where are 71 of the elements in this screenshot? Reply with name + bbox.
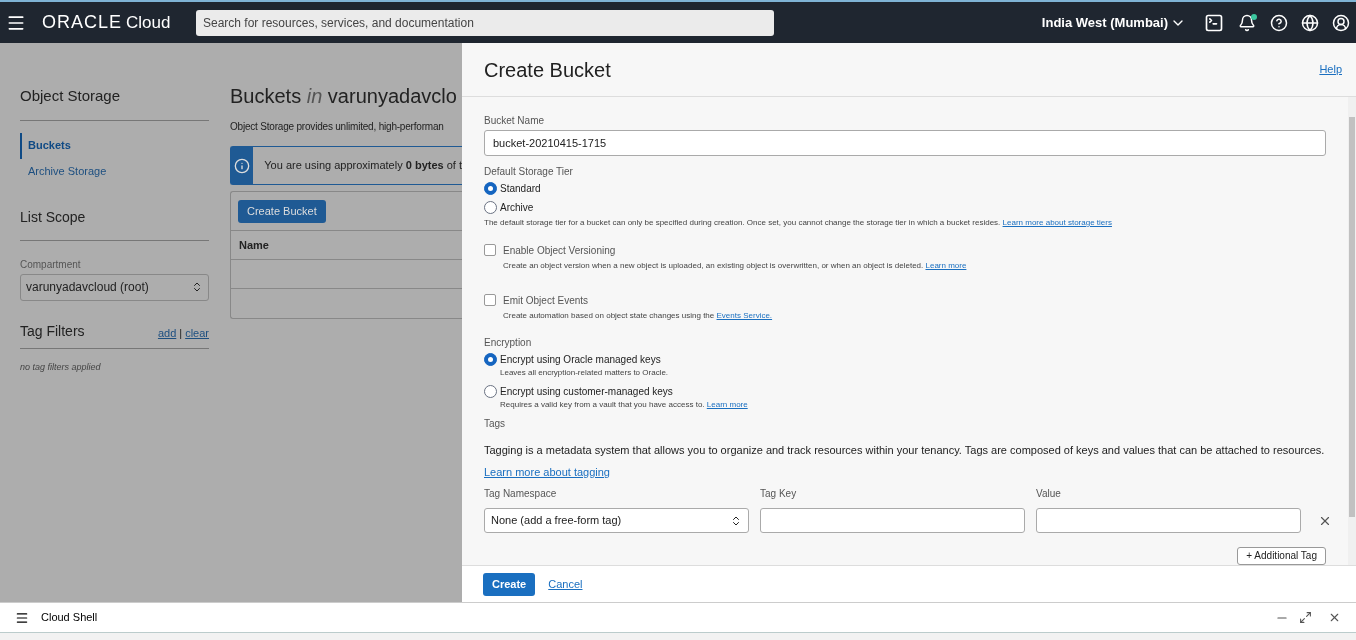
banner-text: You are using approximately 0 bytes of t <box>263 158 462 174</box>
help-text: The default storage tier for a bucket can only be specified during creation. Once set, you cannot change the storage tier in which a bucket resides. Learn more about storage tiers <box>484 217 1113 229</box>
help-text: Requires a valid key from a vault that you have access to. Learn more <box>499 399 749 411</box>
section-title: Tag Filters <box>20 321 85 341</box>
field-label: Compartment <box>20 257 82 272</box>
radio-button[interactable] <box>484 182 497 195</box>
select-arrows-icon <box>730 514 742 527</box>
terminal-icon[interactable] <box>1204 12 1224 33</box>
logo-brand: ORACLE <box>42 11 123 34</box>
learn-more-link[interactable]: Learn more <box>706 400 748 409</box>
tag-value-field[interactable] <box>1036 508 1301 533</box>
globe-icon[interactable] <box>1301 13 1319 32</box>
sidebar-item[interactable]: Buckets <box>20 132 209 159</box>
radio-label: Archive <box>500 201 534 215</box>
region-selector[interactable]: India West (Mumbai) <box>1041 12 1186 33</box>
add-link[interactable]: add <box>157 325 177 342</box>
radio-button[interactable] <box>484 201 497 214</box>
compartment-select[interactable]: varunyadavcloud (root) <box>20 273 209 301</box>
radio-button[interactable] <box>484 385 497 398</box>
checkbox[interactable] <box>484 294 496 306</box>
column-label: Tag Namespace <box>484 487 558 501</box>
page-description: Object Storage provides unlimited, high-performan <box>230 120 445 134</box>
page-title: Buckets in varunyadavclo <box>230 85 458 109</box>
learn-more-link[interactable]: Learn more <box>925 261 967 270</box>
cancel-link[interactable]: Cancel <box>548 575 583 593</box>
create-button[interactable]: Create <box>483 572 536 596</box>
user-avatar-icon[interactable] <box>1332 13 1350 32</box>
logo-product: Cloud <box>126 12 171 34</box>
cloud-shell-title: Cloud Shell <box>41 610 98 626</box>
checkbox-label: Emit Object Events <box>503 294 590 308</box>
field-label: Bucket Name <box>484 114 546 128</box>
help-text: Create automation based on object state changes using the Events Service. <box>503 310 773 322</box>
search-field[interactable]: Search for resources, services, and documentation <box>196 9 774 36</box>
clear-link[interactable]: clear <box>185 325 209 342</box>
learn-more-link[interactable]: Learn more about tagging <box>484 463 610 480</box>
tags-description: Tagging is a metadata system that allows you to organize and track resources within your tenancy. Tags are composed of keys and values that can be attached to resources. <box>484 443 1326 458</box>
column-label: Value <box>1036 487 1062 501</box>
menu-icon[interactable] <box>15 610 29 625</box>
column-label: Tag Key <box>760 487 798 501</box>
sidebar-title: Object Storage <box>20 85 209 121</box>
empty-filters-text: no tag filters applied <box>20 360 102 374</box>
field-label: Default Storage Tier <box>484 165 574 179</box>
help-text: Leaves all encryption-related matters to Oracle. <box>499 367 670 379</box>
learn-more-link[interactable]: Learn more about storage tiers <box>1002 218 1112 227</box>
checkbox[interactable] <box>484 244 496 256</box>
maximize-icon[interactable] <box>1299 611 1312 624</box>
additional-tag-button[interactable]: + Additional Tag <box>1237 547 1326 565</box>
section-title: List Scope <box>20 206 209 241</box>
sidebar-item[interactable]: Archive Storage <box>20 158 209 185</box>
field-label: Encryption <box>484 336 533 350</box>
radio-label: Standard <box>500 182 541 196</box>
help-icon[interactable] <box>1270 13 1288 32</box>
create-bucket-button[interactable]: Create Bucket <box>238 199 326 223</box>
info-icon <box>234 157 251 174</box>
select-arrows-icon <box>191 281 203 293</box>
bell-icon[interactable] <box>1238 13 1256 32</box>
learn-more-link[interactable]: Events Service. <box>716 311 773 320</box>
bucket-name-field[interactable]: bucket-20210415-1715 <box>484 130 1326 156</box>
scrollbar[interactable] <box>1348 97 1356 565</box>
link-separator: | <box>179 326 183 341</box>
field-label: Tags <box>484 417 507 431</box>
checkbox-label: Enable Object Versioning <box>503 244 617 258</box>
radio-button[interactable] <box>484 353 497 366</box>
help-link[interactable]: Help <box>1319 61 1342 78</box>
tag-key-field[interactable] <box>760 508 1025 533</box>
tag-namespace-select[interactable]: None (add a free-form tag) <box>484 508 749 533</box>
radio-label: Encrypt using customer-managed keys <box>500 385 673 399</box>
radio-label: Encrypt using Oracle managed keys <box>500 353 661 367</box>
panel-title: Create Bucket <box>484 57 611 83</box>
help-text: Create an object version when a new object is uploaded, an existing object is overwritten, or when an object is deleted. Learn more <box>503 260 967 272</box>
close-icon[interactable] <box>1328 611 1341 624</box>
